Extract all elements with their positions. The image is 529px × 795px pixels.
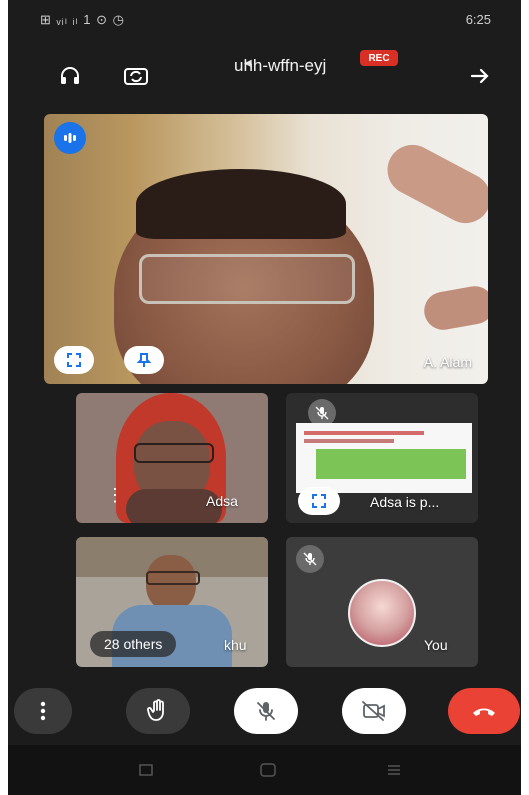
meeting-code[interactable]: uhh-wffn-eyj	[234, 56, 326, 76]
presentation-tile[interactable]: Adsa is p...	[286, 393, 478, 523]
status-time: 6:25	[465, 12, 491, 27]
main-participant-name: A. Alam	[423, 354, 472, 370]
participant-video-hand-2	[421, 283, 488, 333]
system-nav-bar	[8, 745, 521, 795]
audio-level-icon	[54, 122, 86, 154]
slide-highlight-box	[316, 449, 466, 479]
more-options-icon[interactable]: ⋮	[106, 485, 124, 506]
home-icon[interactable]	[258, 763, 278, 777]
recording-badge: REC	[360, 50, 398, 66]
participant-tile[interactable]: 28 others khu	[76, 537, 268, 667]
menu-icon[interactable]	[384, 763, 404, 777]
mic-off-icon	[296, 545, 324, 573]
phone-screen: ⊞ ᵥᵢₗ ᵢₗ 1 ⊙ ◷ 6:25 ◀ uhh-wffn-eyj REC A…	[8, 0, 521, 795]
participant-name: khu	[224, 637, 247, 653]
pin-icon[interactable]	[124, 346, 164, 374]
top-bar: ◀ uhh-wffn-eyj	[8, 40, 521, 110]
fullscreen-icon[interactable]	[54, 346, 94, 374]
self-tile[interactable]: You	[286, 537, 478, 667]
participant-video-glasses	[134, 443, 214, 463]
recent-apps-icon[interactable]	[136, 763, 156, 777]
avatar	[348, 579, 416, 647]
self-name: You	[424, 637, 448, 653]
fullscreen-icon[interactable]	[298, 487, 340, 515]
participant-video-glasses	[146, 571, 200, 585]
others-count-label: 28 others	[104, 636, 163, 652]
camera-switch-icon[interactable]	[118, 58, 154, 94]
slide-text-line	[304, 431, 424, 435]
participant-video-glasses	[139, 254, 355, 304]
shared-screen-preview	[296, 423, 472, 493]
participant-video-hand	[378, 136, 488, 232]
slide-text-line	[304, 439, 394, 443]
participant-tile[interactable]: ⋮ Adsa	[76, 393, 268, 523]
presenter-name: Adsa is p...	[370, 494, 440, 510]
mic-off-icon[interactable]	[234, 688, 298, 734]
status-bar: ⊞ ᵥᵢₗ ᵢₗ 1 ⊙ ◷ 6:25	[8, 0, 521, 40]
participant-name: Adsa	[206, 493, 238, 509]
others-count-chip[interactable]: 28 others	[90, 631, 177, 657]
status-icons: ⊞ ᵥᵢₗ ᵢₗ 1 ⊙ ◷	[40, 12, 125, 27]
back-arrow-icon[interactable]	[462, 58, 498, 94]
raise-hand-icon[interactable]	[126, 688, 190, 734]
participant-video-hair	[136, 169, 346, 239]
end-call-icon[interactable]	[448, 688, 520, 734]
more-icon[interactable]	[14, 688, 72, 734]
headphones-icon[interactable]	[52, 58, 88, 94]
camera-off-icon[interactable]	[342, 688, 406, 734]
main-video-tile[interactable]: A. Alam	[44, 114, 488, 384]
